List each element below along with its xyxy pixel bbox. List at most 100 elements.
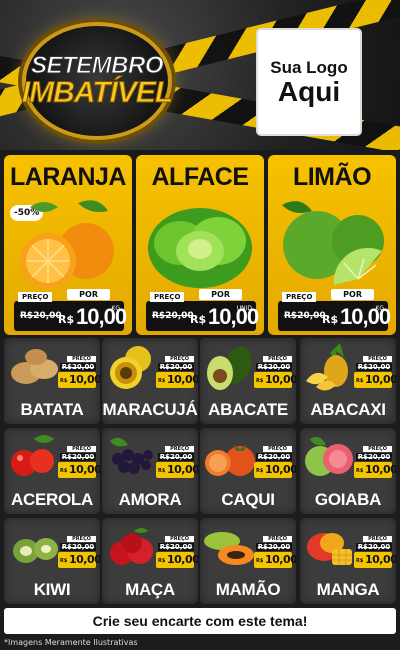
preco-label: PREÇO [263,536,292,542]
price: 10,00 [365,373,396,386]
old-price: R$20,00 [158,453,194,461]
price-tag: PREÇO R$20,00 R$ 10,00 [156,356,198,390]
preco-label: PREÇO [263,446,292,452]
unit: KG [375,305,384,312]
currency: R$ [256,558,264,564]
por-label: POR [331,289,374,300]
persimmon-icon [205,445,255,476]
old-price: R$20,00 [256,543,292,551]
preco-label: PREÇO [67,356,96,362]
price: 10,00 [167,373,198,386]
product-name: LIMÃO [292,163,372,191]
price-tag: PREÇO R$20,00 R$ 10,00 [354,536,396,570]
papaya-icon [204,532,254,565]
guava-icon [305,437,353,476]
mango-icon [307,533,352,565]
acerola-icon [11,435,54,476]
price: 10,00 [69,553,100,566]
currency: R$ [190,313,207,326]
badge-line2: IMBATÍVEL [21,76,173,110]
old-price: R$20,00 [256,453,292,461]
product-grid: PREÇO R$20,00 R$ 10,00 BATATA PREÇO R$20,… [0,338,400,608]
price: 10,00 [167,553,198,566]
product-name: MANGA [316,580,380,599]
featured-card: LIMÃO PREÇO POR R$20,00 R$ 10,00 KG [268,155,396,335]
old-price: R$20,00 [20,311,62,321]
product-name: MAÇA [125,580,175,599]
avocado-icon [207,346,252,390]
currency: R$ [356,468,364,474]
price: 10,00 [167,463,198,476]
product-card: PREÇO R$20,00 R$ 10,00 MANGA [300,518,396,604]
currency: R$ [322,313,339,326]
por-label: POR [67,289,110,300]
product-card: PREÇO R$20,00 R$ 10,00 MAÇA [102,518,198,604]
price: 10,00 [265,373,296,386]
currency: R$ [60,468,68,474]
price-tag: PREÇO R$20,00 R$ 10,00 [58,446,100,480]
product-card: PREÇO R$20,00 R$ 10,00 ABACAXI [300,338,396,424]
unit: UNID [236,305,252,312]
orange-icon [20,200,114,289]
product-card: PREÇO R$20,00 R$ 10,00 ABACATE [200,338,296,424]
unit: KG [111,305,120,312]
kiwi-icon [13,538,58,563]
currency: R$ [356,558,364,564]
old-price: R$20,00 [256,363,292,371]
product-name: ACEROLA [11,490,93,509]
old-price: R$20,00 [60,543,96,551]
price-box: PREÇO POR R$20,00 R$ 10,00 UNID [146,289,259,331]
price: 10,00 [69,463,100,476]
price-tag: PREÇO R$20,00 R$ 10,00 [58,356,100,390]
old-price: R$20,00 [60,363,96,371]
preco-label: PREÇO [263,356,292,362]
por-label: POR [199,289,242,300]
product-name: KIWI [33,580,71,599]
preco-label: PREÇO [67,446,96,452]
price: 10,00 [365,463,396,476]
old-price: R$20,00 [60,453,96,461]
preco-label: PREÇO [165,356,194,362]
product-name: MARACUJÁ [102,400,198,419]
featured-card: LARANJA -50% PREÇO POR R$20,00 R$ 10,00 … [4,155,132,335]
old-price: R$20,00 [356,363,392,371]
product-name: BATATA [20,400,84,419]
logo-line1: Sua Logo [270,58,348,77]
preco-label: PREÇO [363,536,392,542]
old-price: R$20,00 [284,311,326,321]
price: 10,00 [265,553,296,566]
header-banner: SETEMBRO IMBATÍVEL Sua Logo Aqui [0,0,400,150]
featured-card: ALFACE PREÇO POR R$20,00 R$ 10,00 UNID [136,155,264,335]
potato-icon [11,349,58,384]
promo-badge: SETEMBRO IMBATÍVEL [21,22,174,140]
footnote: *Imagens Meramente Ilustrativas [4,638,138,647]
product-name: GOIABA [314,490,382,509]
pineapple-icon [306,343,348,391]
product-card: PREÇO R$20,00 R$ 10,00 BATATA [4,338,100,424]
price-box: PREÇO POR R$20,00 R$ 10,00 KG [278,289,391,331]
blackberry-icon [110,437,153,474]
price-tag: PREÇO R$20,00 R$ 10,00 [354,356,396,390]
currency: R$ [60,558,68,564]
price-tag: PREÇO R$20,00 R$ 10,00 [156,536,198,570]
product-name: LARANJA [10,163,126,191]
preco-label: PREÇO [363,446,392,452]
preco-label: PREÇO [165,536,194,542]
product-name: ABACAXI [310,400,386,419]
currency: R$ [356,378,364,384]
price-tag: PREÇO R$20,00 R$ 10,00 [156,446,198,480]
apple-icon [110,528,153,565]
old-price: R$20,00 [356,543,392,551]
currency: R$ [158,468,166,474]
product-name: CAQUI [221,490,275,509]
preco-label: PREÇO [150,292,185,302]
product-card: PREÇO R$20,00 R$ 10,00 CAQUI [200,428,296,514]
product-name: ALFACE [151,163,250,191]
product-name: MAMÃO [215,580,281,599]
currency: R$ [60,378,68,384]
product-name: ABACATE [208,400,288,419]
cta-banner[interactable]: Crie seu encarte com este tema! [4,608,396,634]
product-card: PREÇO R$20,00 R$ 10,00 KIWI [4,518,100,604]
lime-icon [282,201,384,285]
currency: R$ [158,378,166,384]
